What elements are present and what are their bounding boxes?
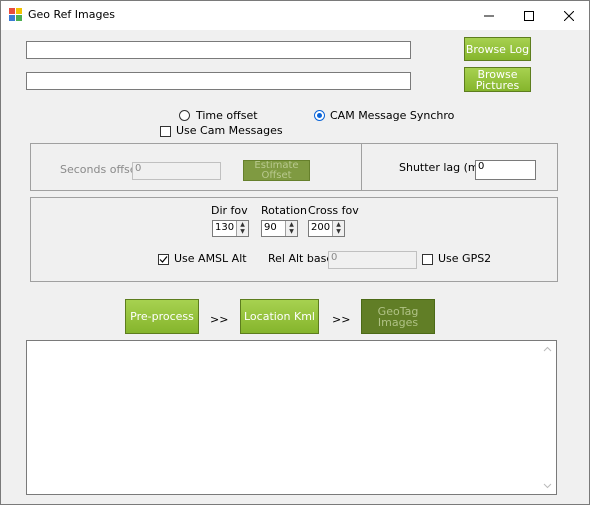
- scroll-up-icon[interactable]: [539, 343, 556, 355]
- cross-fov-stepper[interactable]: 200 ▲ ▼: [308, 220, 345, 237]
- log-path-input[interactable]: [26, 41, 411, 59]
- cross-fov-label: Cross fov: [308, 204, 359, 217]
- time-offset-label: Time offset: [196, 109, 258, 122]
- time-offset-radio[interactable]: [179, 110, 190, 121]
- spin-up-icon[interactable]: ▲: [333, 221, 344, 228]
- shutter-lag-label: Shutter lag (ms: [399, 161, 485, 174]
- scroll-down-icon[interactable]: [539, 480, 556, 492]
- rotation-stepper[interactable]: 90 ▲ ▼: [261, 220, 298, 237]
- output-log-textarea[interactable]: [26, 340, 557, 495]
- close-icon: [564, 10, 574, 21]
- shutter-lag-input[interactable]: 0: [475, 160, 536, 180]
- pictures-path-input[interactable]: [26, 72, 411, 90]
- step-arrow-2: >>: [332, 313, 351, 326]
- use-amsl-alt-checkbox[interactable]: [158, 254, 169, 265]
- spin-down-icon[interactable]: ▼: [333, 228, 344, 235]
- geotag-images-button[interactable]: GeoTag Images: [361, 299, 435, 334]
- title-bar: Geo Ref Images: [1, 1, 589, 30]
- use-cam-messages-label: Use Cam Messages: [176, 124, 283, 137]
- use-gps2-checkbox[interactable]: [422, 254, 433, 265]
- close-button[interactable]: [549, 1, 589, 30]
- use-amsl-alt-label: Use AMSL Alt: [174, 252, 247, 265]
- dir-fov-label: Dir fov: [211, 204, 248, 217]
- seconds-offset-input[interactable]: 0: [132, 162, 221, 180]
- maximize-button[interactable]: [509, 1, 549, 30]
- location-kml-button[interactable]: Location Kml: [240, 299, 319, 334]
- use-gps2-label: Use GPS2: [438, 252, 492, 265]
- window-title: Geo Ref Images: [28, 8, 115, 21]
- browse-log-button[interactable]: Browse Log: [464, 37, 531, 61]
- rel-alt-base-input[interactable]: 0: [328, 251, 417, 269]
- log-scrollbar[interactable]: [539, 341, 556, 494]
- minimize-button[interactable]: [469, 1, 509, 30]
- seconds-offset-label: Seconds offse: [60, 163, 137, 176]
- preprocess-button[interactable]: Pre-process: [125, 299, 199, 334]
- minimize-icon: [484, 15, 494, 16]
- spin-up-icon[interactable]: ▲: [237, 221, 248, 228]
- spin-down-icon[interactable]: ▼: [286, 228, 297, 235]
- estimate-offset-button[interactable]: Estimate Offset: [243, 160, 310, 181]
- maximize-icon: [524, 10, 534, 21]
- rotation-label: Rotation: [261, 204, 308, 217]
- app-icon: [9, 8, 22, 21]
- step-arrow-1: >>: [210, 313, 229, 326]
- geo-ref-window: Geo Ref Images Browse Log Browse Picture…: [0, 0, 590, 505]
- rel-alt-base-label: Rel Alt base: [268, 252, 334, 265]
- cam-message-synchro-radio[interactable]: [314, 110, 325, 121]
- check-icon: [159, 256, 168, 263]
- spin-up-icon[interactable]: ▲: [286, 221, 297, 228]
- use-cam-messages-checkbox[interactable]: [160, 126, 171, 137]
- cam-message-synchro-label: CAM Message Synchro: [330, 109, 455, 122]
- browse-pictures-button[interactable]: Browse Pictures: [464, 67, 531, 92]
- spin-down-icon[interactable]: ▼: [237, 228, 248, 235]
- dir-fov-stepper[interactable]: 130 ▲ ▼: [212, 220, 249, 237]
